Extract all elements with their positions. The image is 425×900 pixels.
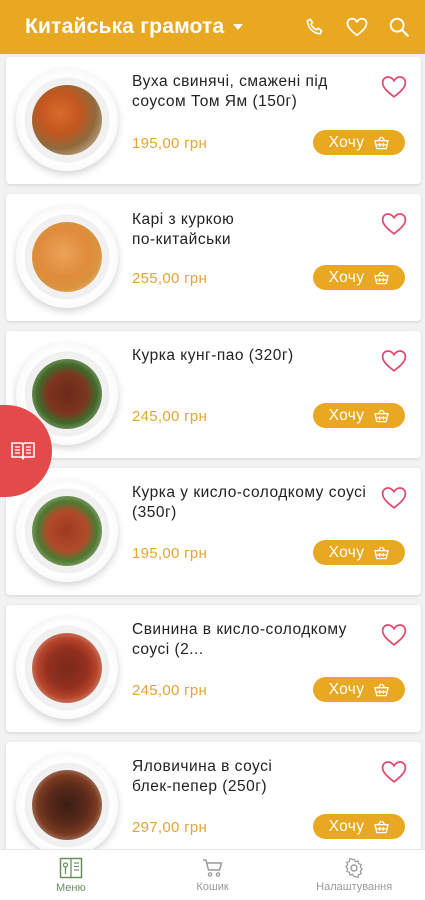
nav-menu[interactable]: Меню [0,850,142,900]
basket-icon [374,820,390,833]
basket-icon [374,683,390,696]
favorite-heart-icon[interactable] [381,349,407,373]
dish-image [16,480,118,582]
favorite-heart-icon[interactable] [381,760,407,784]
favorite-heart-icon[interactable] [381,623,407,647]
nav-menu-label: Меню [55,881,86,894]
page-title: Китайська грамота [25,15,225,38]
list-item[interactable]: Свинина в кисло-солодкому соусі (2... 24… [6,605,421,732]
gear-icon [345,857,363,878]
want-button-label: Хочу [328,680,365,698]
want-button[interactable]: Хочу [313,540,405,565]
want-button-label: Хочу [328,543,365,561]
book-icon [11,442,35,460]
dish-image [16,617,118,719]
dish-image [16,206,118,308]
dish-price: 255,00 грн [132,270,208,287]
list-item[interactable]: Вуха свинячі, смажені під соусом Том Ям … [6,57,421,184]
dish-name: Карі з куркою по-китайськи [132,211,235,248]
dish-price: 245,00 грн [132,682,208,699]
dish-image [16,754,118,849]
nav-cart[interactable]: Кошик [142,850,284,900]
phone-icon[interactable] [303,15,327,39]
dish-price: 195,00 грн [132,545,208,562]
want-button-label: Хочу [328,133,365,151]
dish-name: Вуха свинячі, смажені під соусом Том Ям … [132,73,328,110]
basket-icon [374,271,390,284]
want-button-label: Хочу [328,406,365,424]
nav-settings[interactable]: Налаштування [283,850,425,900]
basket-icon [374,546,390,559]
list-item[interactable]: Курка кунг-пао (320г) 245,00 грн Хочу [6,331,421,458]
menu-book-icon [59,857,83,878]
dish-price: 245,00 грн [132,408,208,425]
menu-list[interactable]: Вуха свинячі, смажені під соусом Том Ям … [0,54,425,849]
dish-price: 195,00 грн [132,135,208,152]
dish-price: 297,00 грн [132,819,208,836]
caret-down-icon [233,24,244,30]
app-header: Китайська грамота [0,0,425,54]
list-item[interactable]: Курка у кисло-солодкому соусі (350г) 195… [6,468,421,595]
search-icon[interactable] [387,15,411,39]
want-button-label: Хочу [328,268,365,286]
dish-image [16,69,118,171]
dish-name: Курка у кисло-солодкому соусі (350г) [132,484,367,521]
basket-icon [374,136,390,149]
want-button[interactable]: Хочу [313,403,405,428]
favorites-heart-icon[interactable] [345,15,369,39]
want-button[interactable]: Хочу [313,130,405,155]
basket-icon [374,409,390,422]
favorite-heart-icon[interactable] [381,75,407,99]
list-item[interactable]: Карі з куркою по-китайськи 255,00 грн Хо… [6,194,421,321]
dish-name: Яловичина в соусі блек-пепер (250г) [132,758,273,795]
nav-settings-label: Налаштування [316,880,393,893]
list-item[interactable]: Яловичина в соусі блек-пепер (250г) 297,… [6,742,421,849]
want-button[interactable]: Хочу [313,677,405,702]
want-button[interactable]: Хочу [313,265,405,290]
dish-name: Курка кунг-пао (320г) [132,347,294,364]
cart-icon [202,858,222,877]
restaurant-selector[interactable]: Китайська грамота [25,15,303,39]
want-button[interactable]: Хочу [313,814,405,839]
favorite-heart-icon[interactable] [381,486,407,510]
want-button-label: Хочу [328,817,365,835]
dish-name: Свинина в кисло-солодкому соусі (2... [132,621,347,658]
favorite-heart-icon[interactable] [381,212,407,236]
bottom-nav: Меню Кошик Налаштування [0,849,425,900]
nav-cart-label: Кошик [196,880,229,893]
